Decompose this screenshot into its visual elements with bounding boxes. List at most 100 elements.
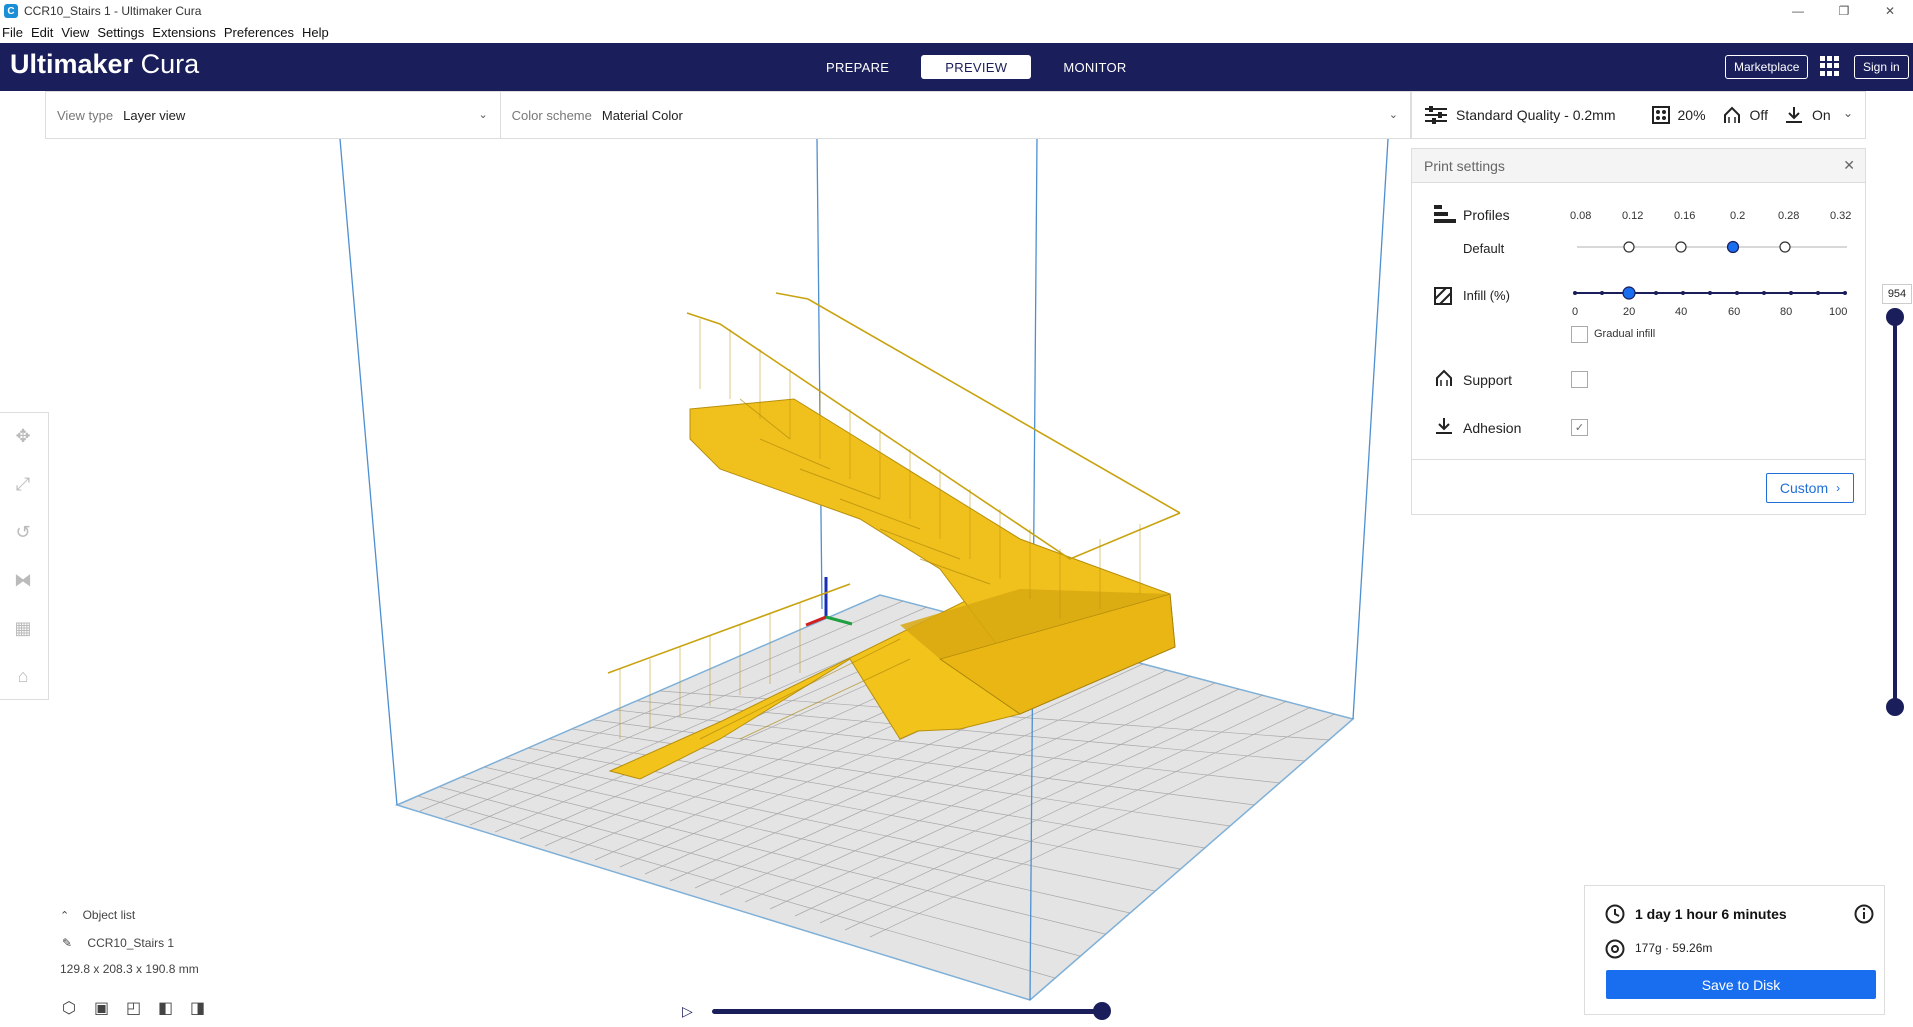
material-usage: 177g · 59.26m [1635, 941, 1713, 955]
profile-value-0: 0.08 [1570, 210, 1592, 222]
front-view-icon[interactable]: ▣ [94, 998, 114, 1017]
cura-app-icon: C [4, 4, 18, 18]
minimize-button[interactable]: — [1775, 0, 1821, 22]
menu-file[interactable]: File [0, 25, 29, 40]
color-scheme-label: Color scheme [511, 107, 592, 123]
profile-stop [1675, 241, 1687, 253]
3d-view-icon[interactable]: ⬡ [62, 998, 82, 1017]
support-label: Support [1463, 372, 1513, 388]
pencil-icon: ✎ [62, 936, 73, 950]
camera-view-buttons: ⬡ ▣ ◰ ◧ ◨ [62, 998, 210, 1017]
adhesion-summary-value: On [1811, 107, 1831, 123]
support-icon [1723, 106, 1740, 123]
view-type-value: Layer view [123, 107, 186, 123]
clock-icon [1605, 904, 1625, 924]
infill-slider[interactable] [1570, 283, 1850, 303]
profile-default-label: Default [1463, 241, 1505, 256]
support-checkbox[interactable] [1571, 371, 1588, 388]
infill-summary-value: 20% [1677, 107, 1706, 123]
marketplace-button[interactable]: Marketplace [1725, 55, 1809, 79]
right-view-icon[interactable]: ◨ [190, 998, 210, 1017]
quality-profile: Standard Quality - 0.2mm [1424, 105, 1616, 125]
maximize-button[interactable]: ❐ [1821, 0, 1867, 22]
left-view-icon[interactable]: ◧ [158, 998, 178, 1017]
close-icon[interactable]: ✕ [1843, 157, 1855, 174]
profile-stop [1779, 241, 1791, 253]
object-name-row[interactable]: ✎ CCR10_Stairs 1 [62, 936, 174, 950]
chevron-right-icon: › [1836, 481, 1841, 495]
view-type-dropdown[interactable]: View type Layer view ⌄ [46, 92, 501, 138]
print-settings-title: Print settings [1424, 157, 1505, 174]
menu-help[interactable]: Help [300, 25, 335, 40]
window-titlebar: C CCR10_Stairs 1 - Ultimaker Cura — ❐ ✕ [0, 0, 1913, 22]
print-setup-summary[interactable]: Standard Quality - 0.2mm 20% Off On ⌄ [1411, 91, 1866, 139]
color-scheme-dropdown[interactable]: Color scheme Material Color ⌄ [501, 92, 1410, 138]
tab-prepare[interactable]: PREPARE [802, 55, 913, 79]
apps-grid-icon[interactable] [1820, 56, 1840, 76]
profile-value-2: 0.16 [1674, 210, 1696, 222]
top-view-icon[interactable]: ◰ [126, 998, 146, 1017]
info-icon[interactable] [1854, 904, 1874, 924]
infill-tick-40: 40 [1675, 306, 1688, 318]
custom-button-label: Custom [1779, 480, 1829, 496]
print-information-panel: 1 day 1 hour 6 minutes 177g · 59.26m Sav… [1584, 885, 1885, 1015]
scale-tool-icon[interactable]: ⤢ [12, 473, 34, 495]
custom-settings-button[interactable]: Custom › [1766, 473, 1854, 503]
profile-stop-selected [1726, 240, 1740, 254]
menu-settings[interactable]: Settings [95, 25, 150, 40]
gradual-infill-checkbox[interactable] [1571, 326, 1588, 343]
adhesion-label: Adhesion [1463, 420, 1522, 436]
play-icon[interactable]: ▷ [682, 1003, 693, 1020]
layer-slider-bottom-handle[interactable] [1886, 698, 1904, 716]
move-tool-icon[interactable]: ✥ [12, 425, 34, 447]
print-settings-header: Print settings ✕ [1412, 149, 1865, 183]
chevron-down-icon: ⌄ [1388, 109, 1398, 121]
infill-tick-20: 20 [1623, 306, 1636, 318]
infill-slider-handle [1622, 286, 1636, 300]
view-toolbar: View type Layer view ⌄ Color scheme Mate… [45, 91, 1411, 139]
infill-icon [1434, 287, 1452, 305]
checkmark-icon: ✓ [1574, 422, 1585, 434]
path-slider-track[interactable] [712, 1009, 1102, 1014]
profiles-label: Profiles [1463, 207, 1510, 223]
chevron-up-icon: ⌃ [60, 910, 70, 922]
profile-value-1: 0.12 [1622, 210, 1644, 222]
profile-value-3: 0.2 [1730, 210, 1746, 222]
menu-extensions[interactable]: Extensions [150, 25, 222, 40]
layer-slider-track[interactable] [1893, 316, 1897, 708]
adhesion-summary: On [1784, 105, 1831, 125]
object-dimensions: 129.8 x 208.3 x 190.8 mm [60, 962, 199, 976]
menu-edit[interactable]: Edit [29, 25, 59, 40]
profile-slider[interactable] [1572, 237, 1852, 257]
support-blocker-icon[interactable]: ⌂ [12, 665, 34, 687]
print-time: 1 day 1 hour 6 minutes [1635, 906, 1787, 922]
save-to-disk-button[interactable]: Save to Disk [1606, 970, 1876, 999]
close-window-button[interactable]: ✕ [1867, 0, 1913, 22]
object-list-toggle[interactable]: ⌃ Object list [60, 908, 135, 922]
sign-in-button[interactable]: Sign in [1854, 55, 1909, 79]
mirror-tool-icon[interactable]: ⧓ [12, 569, 34, 591]
layer-slider-top-handle[interactable] [1886, 308, 1904, 326]
adhesion-icon [1785, 107, 1802, 123]
infill-tick-60: 60 [1728, 306, 1741, 318]
menu-preferences[interactable]: Preferences [222, 25, 300, 40]
infill-tick-0: 0 [1572, 306, 1579, 318]
path-slider-handle[interactable] [1093, 1002, 1111, 1020]
window-title: CCR10_Stairs 1 - Ultimaker Cura [24, 4, 202, 18]
view-type-label: View type [57, 107, 114, 123]
per-model-settings-icon[interactable]: ▦ [12, 617, 34, 639]
app-logo: Ultimaker Cura [10, 49, 199, 80]
color-scheme-value: Material Color [601, 107, 683, 123]
rotate-tool-icon[interactable]: ↺ [12, 521, 34, 543]
chevron-down-icon[interactable]: ⌄ [1843, 106, 1853, 120]
stage-tabs: PREPARE PREVIEW MONITOR [802, 55, 1151, 79]
layer-number-box[interactable]: 954 [1882, 284, 1912, 304]
tab-monitor[interactable]: MONITOR [1039, 55, 1150, 79]
infill-tick-80: 80 [1780, 306, 1793, 318]
adhesion-checkbox[interactable]: ✓ [1571, 419, 1588, 436]
menu-view[interactable]: View [59, 25, 95, 40]
object-name: CCR10_Stairs 1 [87, 936, 175, 950]
profile-stop [1623, 241, 1635, 253]
adhesion-icon [1436, 418, 1452, 434]
tab-preview[interactable]: PREVIEW [921, 55, 1032, 79]
